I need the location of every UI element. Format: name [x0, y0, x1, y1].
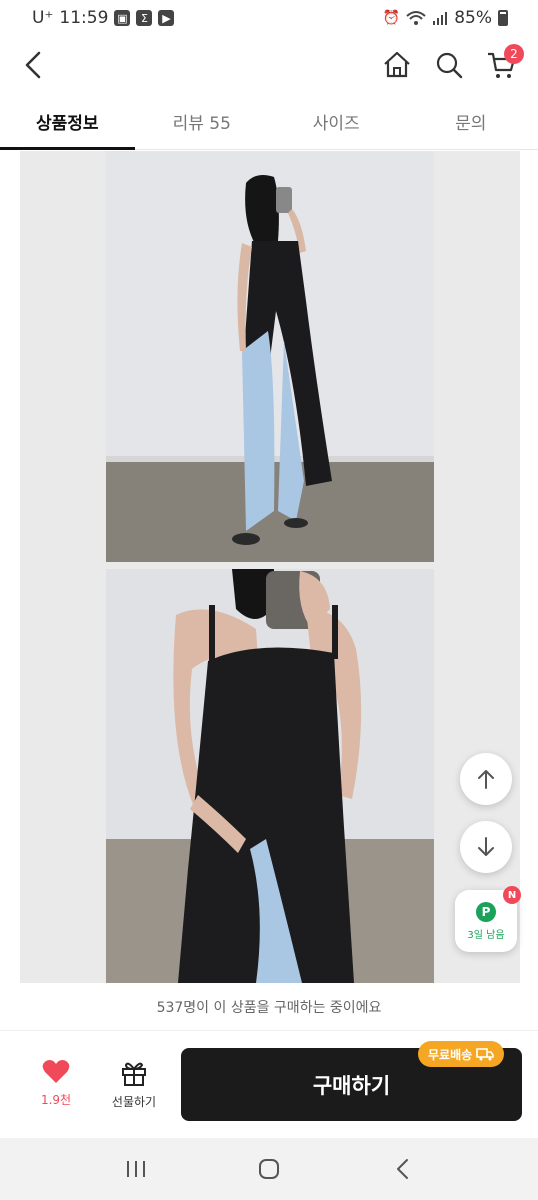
- like-count: 1.9천: [40, 1093, 72, 1107]
- free-shipping-label: 무료배송: [428, 1047, 473, 1062]
- system-back-button[interactable]: [382, 1149, 422, 1189]
- recent-apps-button[interactable]: [116, 1149, 156, 1189]
- gallery-icon: ▣: [114, 10, 131, 26]
- status-left: U⁺ 11:59 ▣ Σ ▶: [32, 8, 175, 28]
- back-arrow-icon: [396, 1159, 408, 1179]
- cart-count-badge: 2: [504, 44, 524, 64]
- tab-reviews[interactable]: 리뷰 55: [135, 94, 270, 149]
- search-icon: [436, 52, 463, 79]
- gift-label: 선물하기: [111, 1095, 157, 1109]
- home-circle-icon: [258, 1159, 279, 1179]
- battery-percent: 85%: [454, 8, 492, 28]
- arrow-up-icon: [478, 770, 494, 789]
- clock: 11:59: [59, 8, 109, 28]
- point-icon: P: [476, 901, 496, 922]
- like-button[interactable]: 1.9천: [28, 1059, 84, 1108]
- scroll-up-button[interactable]: [460, 753, 512, 805]
- home-icon: [384, 51, 410, 78]
- cart-button[interactable]: 2: [484, 44, 524, 82]
- scroll-down-button[interactable]: [460, 821, 512, 873]
- system-navigation-bar: [0, 1138, 538, 1200]
- app-header: 2: [0, 36, 538, 94]
- home-system-button[interactable]: [249, 1149, 289, 1189]
- back-button[interactable]: [16, 48, 50, 82]
- product-detail-content: [0, 151, 538, 983]
- point-days-remaining: 3일 남음: [467, 929, 505, 941]
- purchase-count-banner: 537명이 이 상품을 구매하는 중이에요: [0, 983, 538, 1031]
- recent-apps-icon: [127, 1161, 146, 1177]
- free-shipping-badge: 무료배송: [418, 1041, 505, 1067]
- gift-button[interactable]: 선물하기: [104, 1059, 164, 1110]
- heart-icon: [42, 1060, 70, 1083]
- status-right: ⏰ 85%: [383, 8, 508, 28]
- sigma-app-icon: Σ: [136, 10, 153, 26]
- new-badge: N: [503, 886, 521, 904]
- tab-product-info[interactable]: 상품정보: [0, 94, 135, 150]
- search-button[interactable]: [432, 48, 466, 82]
- chevron-left-icon: [25, 51, 41, 79]
- signal-icon: [433, 12, 448, 25]
- product-tabs: 상품정보 리뷰 55 사이즈 문의: [0, 94, 538, 150]
- tab-inquiry[interactable]: 문의: [404, 94, 538, 149]
- wifi-icon: [406, 11, 426, 25]
- battery-icon: [498, 10, 508, 26]
- tab-size[interactable]: 사이즈: [269, 94, 404, 149]
- status-bar: U⁺ 11:59 ▣ Σ ▶ ⏰ 85%: [0, 0, 538, 36]
- carrier-label: U⁺: [32, 8, 54, 28]
- alarm-icon: ⏰: [382, 10, 401, 26]
- product-photo-full-body: [106, 151, 434, 562]
- home-button[interactable]: [380, 48, 414, 82]
- point-reward-button[interactable]: P 3일 남음 N: [455, 886, 521, 952]
- youtube-icon: ▶: [158, 10, 175, 26]
- bottom-action-bar: 1.9천 선물하기 구매하기 무료배송: [0, 1031, 538, 1138]
- truck-icon: [476, 1048, 494, 1061]
- product-photo-closeup: [106, 569, 434, 983]
- arrow-down-icon: [478, 837, 494, 856]
- gift-icon: [122, 1062, 146, 1086]
